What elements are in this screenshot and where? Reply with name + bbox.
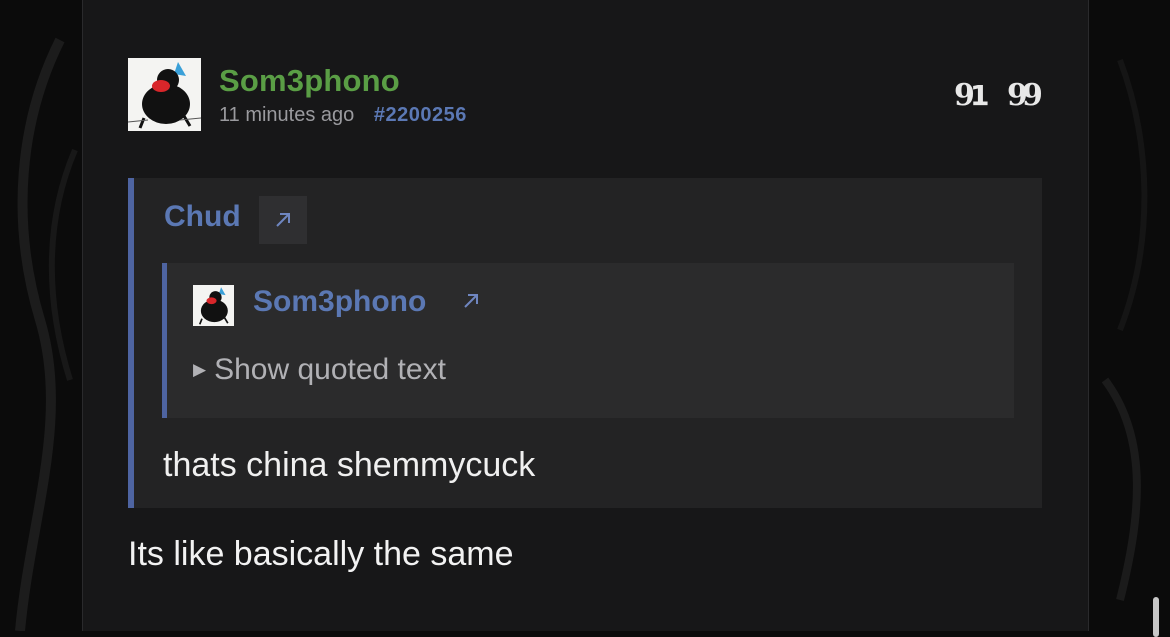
post-username[interactable]: Som3phono <box>219 63 400 99</box>
post-actions: 9 1 9 9 <box>952 78 1043 113</box>
nested-quote-block: Som3phono ▶ Show quoted text <box>162 263 1014 418</box>
post-body: Its like basically the same <box>128 535 514 573</box>
show-quoted-text-label: Show quoted text <box>214 353 446 386</box>
external-link-arrow-icon <box>276 213 290 227</box>
post-timestamp: 11 minutes ago <box>219 104 355 126</box>
post-id-link[interactable]: #2200256 <box>374 104 467 126</box>
svg-text:9: 9 <box>1022 78 1042 112</box>
nested-quote-avatar <box>193 285 234 326</box>
reply-quote-icon[interactable]: 9 1 <box>952 78 989 113</box>
external-link-arrow-icon <box>464 294 478 308</box>
svg-text:1: 1 <box>970 79 988 112</box>
scrollbar-thumb[interactable] <box>1153 597 1159 637</box>
user-avatar[interactable] <box>128 58 201 131</box>
post-meta: 11 minutes ago #2200256 <box>219 104 467 127</box>
triangle-right-icon: ▶ <box>193 360 207 379</box>
quote-link-button[interactable] <box>259 196 307 244</box>
quote-author-link[interactable]: Chud <box>164 200 241 234</box>
quote-icon[interactable]: 9 9 <box>1006 78 1043 113</box>
quote-block: Chud Som3phono ▶ Show quoted text thats … <box>128 178 1042 508</box>
nested-quote-author-link[interactable]: Som3phono <box>253 285 426 319</box>
quote-text: thats china shemmycuck <box>163 446 536 484</box>
show-quoted-text-toggle[interactable]: ▶ Show quoted text <box>193 353 446 387</box>
nested-quote-link-button[interactable] <box>461 291 481 316</box>
